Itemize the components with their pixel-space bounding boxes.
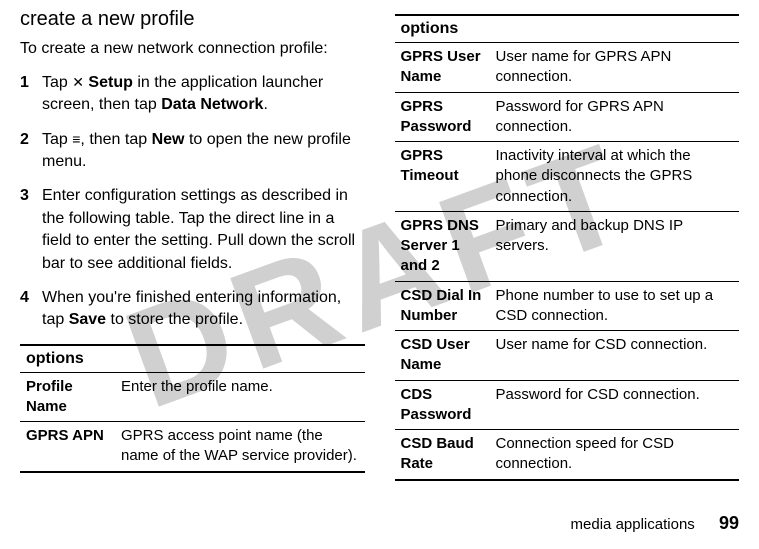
- step-number: 1: [20, 72, 42, 117]
- option-name: CSD User Name: [395, 331, 490, 381]
- option-desc: Password for GPRS APN connection.: [490, 92, 740, 142]
- option-desc: GPRS access point name (the name of the …: [115, 422, 365, 472]
- step-1: 1 Tap ✕ Setup in the application launche…: [20, 72, 365, 117]
- option-desc: User name for CSD connection.: [490, 331, 740, 381]
- option-desc: Enter the profile name.: [115, 372, 365, 422]
- left-column: create a new profile To create a new net…: [20, 8, 365, 481]
- option-name: GPRS Password: [395, 92, 490, 142]
- intro-text: To create a new network connection profi…: [20, 39, 365, 60]
- table-row: GPRS DNS Server 1 and 2 Primary and back…: [395, 211, 740, 281]
- option-name: CSD Baud Rate: [395, 430, 490, 480]
- step-number: 3: [20, 185, 42, 275]
- section-name: media applications: [571, 516, 695, 533]
- text-bold: Data Network: [161, 96, 263, 113]
- step-number: 4: [20, 287, 42, 332]
- option-name: Profile Name: [20, 372, 115, 422]
- step-number: 2: [20, 129, 42, 174]
- option-desc: Primary and backup DNS IP servers.: [490, 211, 740, 281]
- step-2: 2 Tap ≡, then tap New to open the new pr…: [20, 129, 365, 174]
- right-column: options GPRS User Name User name for GPR…: [395, 8, 740, 481]
- step-text: When you're finished entering informatio…: [42, 287, 365, 332]
- text-bold: Setup: [84, 74, 133, 91]
- option-desc: Connection speed for CSD connection.: [490, 430, 740, 480]
- text-bold: New: [152, 131, 185, 148]
- page-content: create a new profile To create a new net…: [20, 8, 739, 481]
- table-row: CDS Password Password for CSD connection…: [395, 380, 740, 430]
- text: Tap: [42, 74, 72, 91]
- table-row: CSD Dial In Number Phone number to use t…: [395, 281, 740, 331]
- table-row: GPRS Password Password for GPRS APN conn…: [395, 92, 740, 142]
- footer: media applications 99: [571, 513, 739, 534]
- option-desc: Phone number to use to set up a CSD conn…: [490, 281, 740, 331]
- step-text: Tap ≡, then tap New to open the new prof…: [42, 129, 365, 174]
- heading: create a new profile: [20, 8, 365, 31]
- options-table-1: options Profile Name Enter the profile n…: [20, 344, 365, 473]
- text: .: [263, 96, 267, 113]
- step-4: 4 When you're finished entering informat…: [20, 287, 365, 332]
- step-text: Enter configuration settings as describe…: [42, 185, 365, 275]
- option-desc: Password for CSD connection.: [490, 380, 740, 430]
- option-name: CSD Dial In Number: [395, 281, 490, 331]
- option-name: GPRS User Name: [395, 43, 490, 93]
- text: to store the profile.: [106, 311, 243, 328]
- option-name: GPRS Timeout: [395, 142, 490, 212]
- text: Tap: [42, 131, 72, 148]
- table-row: GPRS Timeout Inactivity interval at whic…: [395, 142, 740, 212]
- option-desc: Inactivity interval at which the phone d…: [490, 142, 740, 212]
- table-header: options: [20, 345, 365, 373]
- setup-icon: ✕: [72, 73, 84, 93]
- table-row: GPRS APN GPRS access point name (the nam…: [20, 422, 365, 472]
- step-3: 3 Enter configuration settings as descri…: [20, 185, 365, 275]
- text: , then tap: [80, 131, 151, 148]
- option-name: GPRS DNS Server 1 and 2: [395, 211, 490, 281]
- text-bold: Save: [69, 311, 106, 328]
- options-table-2: options GPRS User Name User name for GPR…: [395, 14, 740, 481]
- option-desc: User name for GPRS APN connection.: [490, 43, 740, 93]
- table-row: GPRS User Name User name for GPRS APN co…: [395, 43, 740, 93]
- page-number: 99: [719, 513, 739, 533]
- option-name: GPRS APN: [20, 422, 115, 472]
- option-name: CDS Password: [395, 380, 490, 430]
- step-text: Tap ✕ Setup in the application launcher …: [42, 72, 365, 117]
- table-row: CSD User Name User name for CSD connecti…: [395, 331, 740, 381]
- table-row: Profile Name Enter the profile name.: [20, 372, 365, 422]
- table-header: options: [395, 15, 740, 43]
- table-row: CSD Baud Rate Connection speed for CSD c…: [395, 430, 740, 480]
